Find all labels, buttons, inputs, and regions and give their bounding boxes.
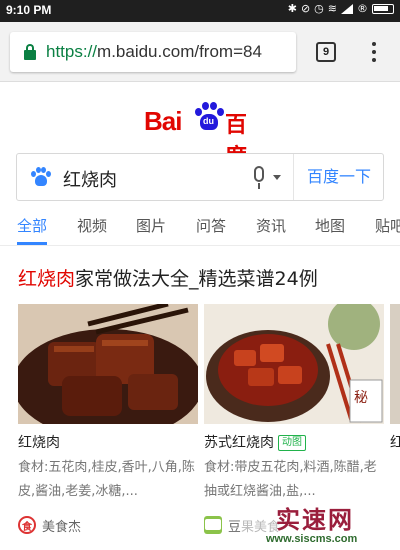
chevron-down-icon[interactable] <box>273 175 281 180</box>
result-title-link[interactable]: 红烧肉家常做法大全_精选菜谱24例 <box>18 264 318 291</box>
paw-icon <box>31 167 51 187</box>
logo-latin: Bai <box>144 106 182 136</box>
logo-paw-text: du <box>203 116 214 126</box>
status-icons: ✱ ⊘ ◷ ≋ ® <box>288 2 394 15</box>
recipe-ingredients: 食材:带皮五花肉,料酒,陈醋,老抽或红烧酱油,盐,... <box>204 460 377 499</box>
watermark-title: 实速网 <box>276 506 354 534</box>
search-box: 红烧肉 百度一下 <box>16 153 384 201</box>
tab-video[interactable]: 视频 <box>77 215 107 236</box>
paw-logo-icon: du <box>194 102 224 132</box>
browser-toolbar: https://m.baidu.com/from=84 9 <box>0 22 400 82</box>
result-title-highlight: 红烧肉 <box>18 268 76 290</box>
recipe-image: 秘 <box>204 304 384 424</box>
tab-switcher-button[interactable]: 9 <box>316 42 336 62</box>
bluetooth-icon: ✱ <box>287 2 297 15</box>
result-title-rest: 家常做法大全_精选菜谱24例 <box>75 268 318 290</box>
recipe-name: 红 <box>390 435 400 451</box>
baidu-logo[interactable]: Bai du 百度 <box>144 100 264 170</box>
animated-badge: 动图 <box>278 435 306 451</box>
tab-news[interactable]: 资讯 <box>256 215 286 236</box>
search-input[interactable]: 红烧肉 <box>63 166 117 192</box>
circle-r-icon: ® <box>357 2 368 15</box>
tab-qa[interactable]: 问答 <box>196 215 226 236</box>
watermark: 实速网 www.siscms.com <box>240 500 400 550</box>
alarm-icon: ◷ <box>314 2 324 15</box>
recipe-name: 苏式红烧肉 动图 <box>204 432 306 452</box>
status-time: 9:10 PM <box>6 3 52 17</box>
svg-text:秘: 秘 <box>354 390 368 406</box>
tab-map[interactable]: 地图 <box>315 215 345 236</box>
battery-icon <box>372 3 394 14</box>
search-button[interactable]: 百度一下 <box>294 154 384 200</box>
address-bar[interactable]: https://m.baidu.com/from=84 <box>10 32 296 72</box>
url-scheme: https:// <box>46 42 98 61</box>
status-bar: 9:10 PM ✱ ⊘ ◷ ≋ ® <box>0 0 400 22</box>
overflow-menu-icon[interactable] <box>368 40 380 64</box>
recipe-image <box>18 304 198 424</box>
signal-icon <box>341 3 353 14</box>
microphone-icon[interactable] <box>251 164 267 192</box>
recipe-image <box>390 304 400 424</box>
url-host: m.baidu.com/from=84 <box>97 42 262 61</box>
tab-images[interactable]: 图片 <box>136 215 166 236</box>
recipe-source-name: 美食杰 <box>42 519 82 535</box>
search-tabs: 全部 视频 图片 问答 资讯 地图 贴吧 <box>0 208 400 246</box>
recipe-name-text: 苏式红烧肉 <box>204 435 274 451</box>
recipe-ingredients: 食材:五花肉,桂皮,香叶,八角,陈皮,酱油,老姜,冰糖,... <box>18 460 195 499</box>
mute-icon: ⊘ <box>300 2 311 15</box>
meishij-logo-icon: 食 <box>18 516 36 534</box>
url-text[interactable]: https://m.baidu.com/from=84 <box>46 42 290 62</box>
recipe-name: 红烧肉 <box>18 435 60 451</box>
lock-icon <box>24 44 36 60</box>
recipe-card[interactable]: 红烧肉 食材:五花肉,桂皮,香叶,八角,陈皮,酱油,老姜,冰糖,... 食 美食… <box>18 304 198 550</box>
active-tab-indicator <box>17 242 47 245</box>
watermark-url: www.siscms.com <box>266 533 358 545</box>
douguo-logo-icon <box>204 516 222 534</box>
tab-tieba[interactable]: 贴吧 <box>375 215 400 236</box>
wifi-icon: ≋ <box>327 2 337 15</box>
recipe-source: 食 美食杰 <box>18 514 81 536</box>
tab-all[interactable]: 全部 <box>17 215 47 236</box>
